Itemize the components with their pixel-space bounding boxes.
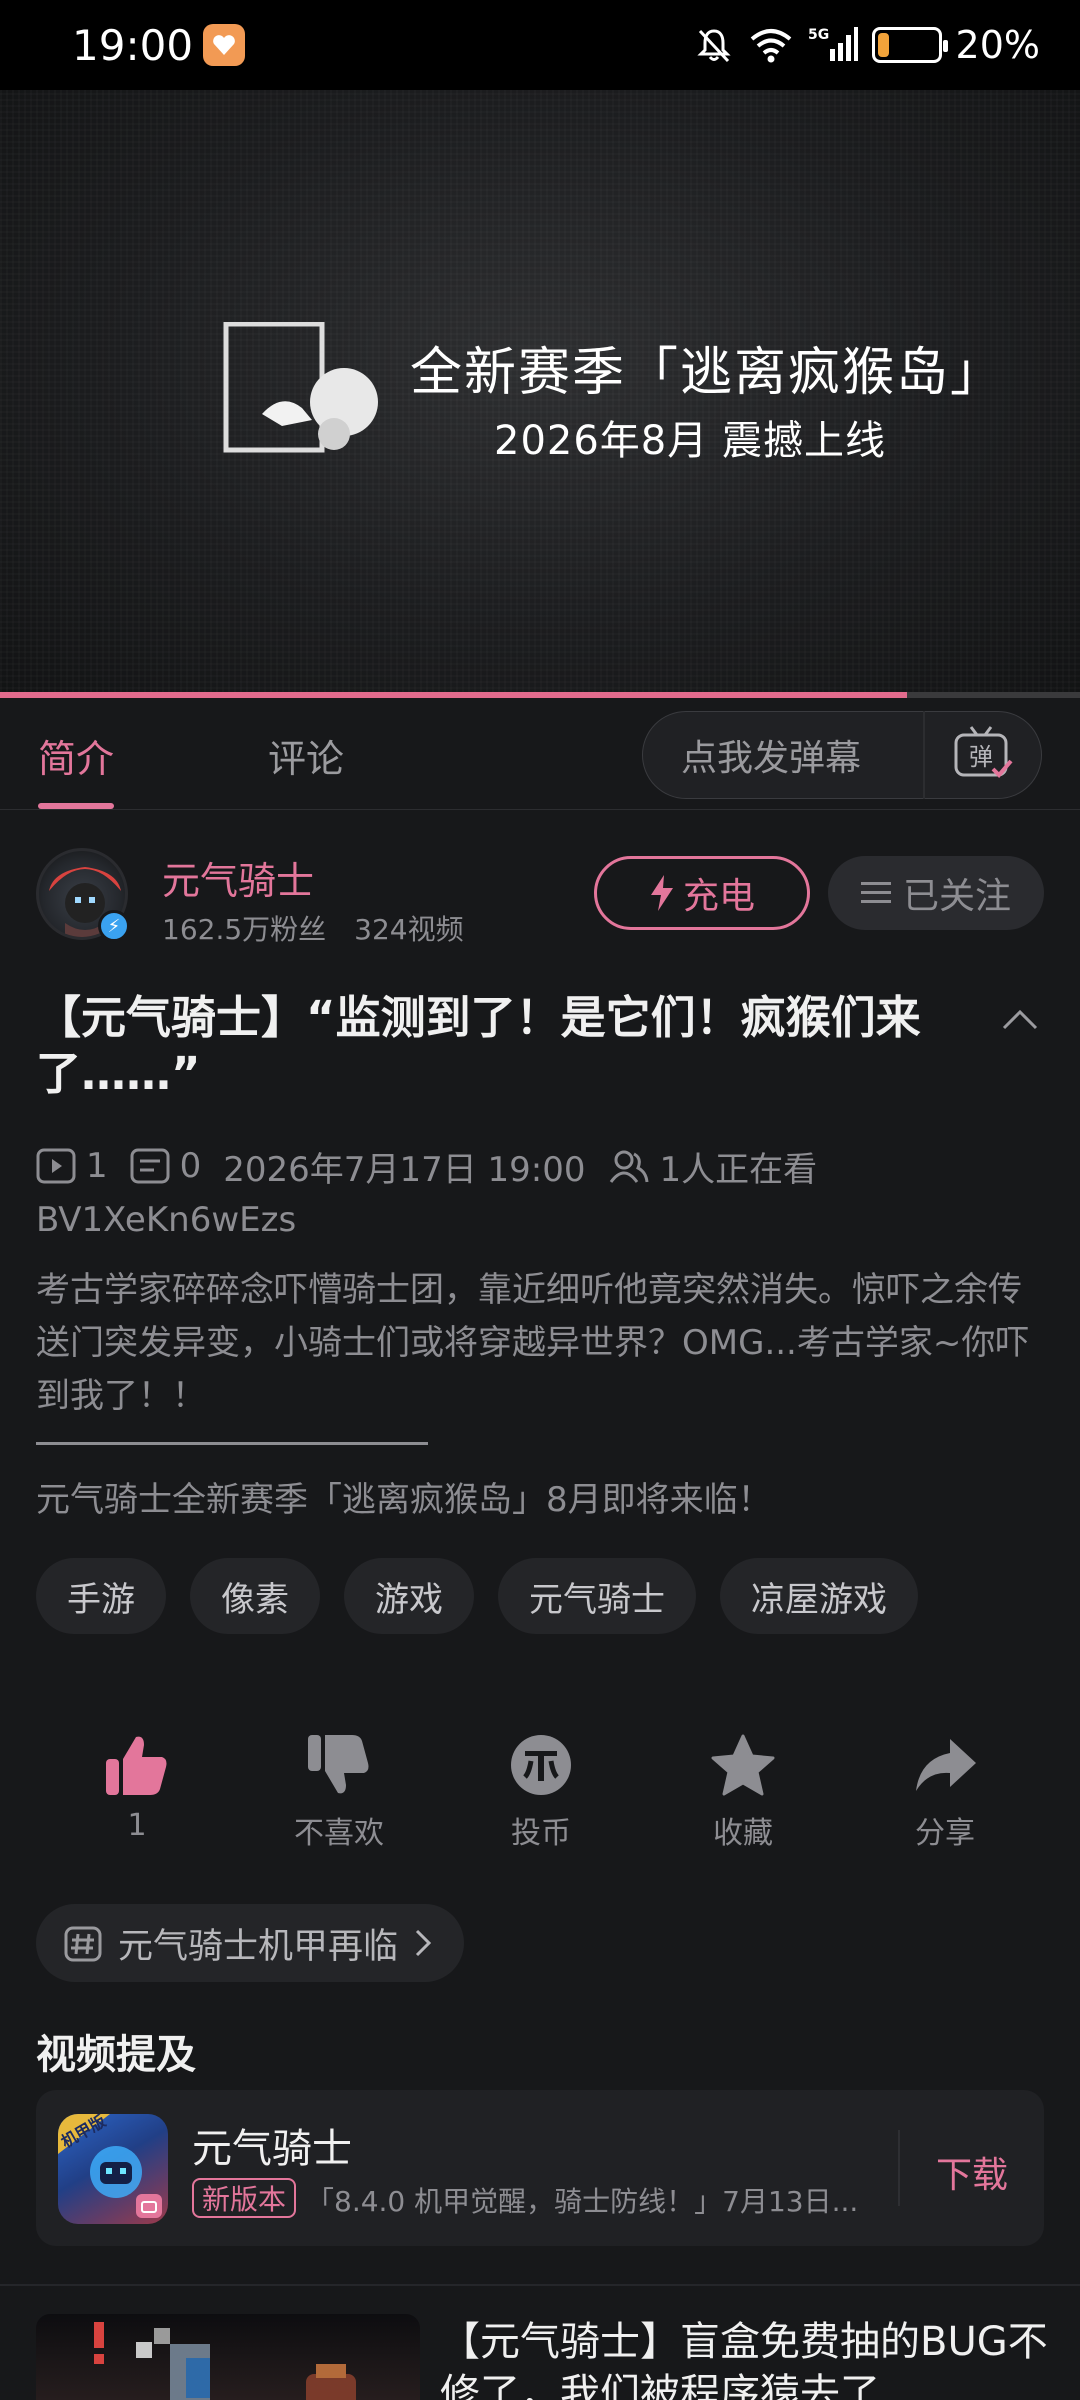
author-videos: 324视频 [354, 913, 464, 946]
like-count: 1 [127, 1808, 147, 1843]
tag-chip[interactable]: 游戏 [344, 1558, 474, 1634]
viewers-icon [609, 1150, 648, 1183]
dislike-button[interactable]: 不喜欢 [259, 1730, 419, 1852]
tab-active-indicator [38, 803, 114, 809]
video-description-extra: 元气骑士全新赛季「逃离疯猴岛」8月即将来临！ [36, 1480, 772, 1520]
battery-level [877, 33, 890, 57]
tab-comments[interactable]: 评论 [268, 728, 344, 783]
topic-icon [64, 1926, 102, 1962]
video-meta: 1 0 2026年7月17日 19:00 1人正在看 [36, 1142, 839, 1191]
coin-label: 投币 [511, 1816, 571, 1851]
danmaku-toggle-button[interactable]: 弹 [925, 712, 1041, 798]
play-count-icon [36, 1148, 76, 1184]
action-bar: 1 不喜欢 投币 收藏 分享 [36, 1730, 1046, 1852]
author-name[interactable]: 元气骑士 [162, 850, 314, 905]
signal-5g-icon: 5G [808, 25, 858, 65]
video-player[interactable]: 全新赛季「逃离疯猴岛」 2026年8月 震撼上线 [0, 90, 1080, 695]
coin-icon [506, 1730, 576, 1800]
danmaku-count-value: 0 [179, 1146, 202, 1186]
chevron-right-icon [415, 1929, 432, 1957]
topic-chip[interactable]: 元气骑士机甲再临 [36, 1904, 465, 1982]
danmaku-count-icon [130, 1148, 170, 1184]
new-version-badge: 新版本 [192, 2178, 297, 2218]
follow-label: 已关注 [902, 876, 1011, 917]
wifi-icon [748, 25, 794, 65]
game-app-artwork-icon: 机甲版 [58, 2114, 162, 2218]
game-name: 元气骑士 [192, 2126, 352, 2172]
favorite-label: 收藏 [713, 1816, 773, 1851]
publish-time: 2026年7月17日 19:00 [223, 1149, 586, 1190]
like-button[interactable]: 1 [57, 1730, 217, 1852]
tag-chip[interactable]: 手游 [36, 1558, 166, 1634]
author-stats: 162.5万粉丝 324视频 [162, 908, 464, 948]
download-button[interactable]: 下载 [936, 2146, 1008, 2198]
danmaku-toggle-icon: 弹 [954, 726, 1013, 778]
favorite-button[interactable]: 收藏 [663, 1730, 823, 1852]
lightning-icon [650, 875, 673, 911]
tag-chip[interactable]: 元气骑士 [498, 1558, 696, 1634]
danmaku-input-box[interactable]: 点我发弹幕 弹 [642, 711, 1042, 799]
description-divider [36, 1442, 428, 1445]
player-title: 全新赛季「逃离疯猴岛」 [410, 343, 1005, 403]
tag-list: 手游 像素 游戏 元气骑士 凉屋游戏 [36, 1558, 918, 1634]
watching-now-value: 1人正在看 [659, 1149, 818, 1190]
next-video-thumbnail[interactable] [36, 2314, 420, 2400]
verified-badge-icon: ⚡ [98, 910, 130, 942]
svg-text:弹: 弹 [969, 743, 993, 771]
share-icon [910, 1730, 980, 1800]
play-count: 1 [36, 1146, 108, 1186]
danmaku-input[interactable]: 点我发弹幕 [643, 729, 923, 781]
charge-label: 充电 [682, 876, 755, 917]
app-notification-icon [203, 24, 246, 66]
follow-button[interactable]: 已关注 [828, 856, 1044, 930]
svg-text:5G: 5G [808, 27, 829, 43]
dislike-label: 不喜欢 [294, 1816, 384, 1851]
chevron-up-icon[interactable] [1000, 1000, 1040, 1040]
detail-tabs: 简介 评论 点我发弹幕 弹 [0, 698, 1080, 810]
battery-icon [871, 27, 948, 63]
mentions-section-title: 视频提及 [36, 2032, 196, 2078]
play-count-value: 1 [86, 1146, 108, 1186]
thumbs-down-icon [304, 1730, 374, 1800]
watching-now: 1人正在看 [608, 1142, 818, 1191]
game-app-icon: 机甲版 [58, 2114, 168, 2224]
tag-chip[interactable]: 凉屋游戏 [720, 1558, 918, 1634]
status-icons: 5G 20% [694, 23, 1040, 67]
mute-bell-icon [694, 25, 734, 65]
video-description: 考古学家碎碎念吓懵骑士团，靠近细听他竟突然消失。惊吓之余传送门突发异变，小骑士们… [36, 1270, 1030, 1416]
share-button[interactable]: 分享 [865, 1730, 1025, 1852]
battery-percent: 20% [955, 23, 1040, 67]
game-logo-icon [223, 322, 378, 453]
thumbs-up-icon [102, 1730, 172, 1800]
charge-button[interactable]: 充电 [594, 856, 810, 930]
coin-button[interactable]: 投币 [461, 1730, 621, 1852]
status-bar: 19:00 5G 20% [0, 0, 1080, 90]
tag-chip[interactable]: 像素 [190, 1558, 320, 1634]
author-fans: 162.5万粉丝 [162, 913, 327, 946]
next-video-thumbnail-art [94, 2322, 356, 2400]
card-divider [898, 2130, 900, 2206]
section-divider [0, 2284, 1080, 2286]
video-title: 【元气骑士】“监测到了！是它们！疯猴们来了……” [36, 991, 921, 1100]
star-icon [708, 1730, 778, 1800]
next-video-title[interactable]: 【元气骑士】盲盒免费抽的BUG不修了，我们被程序猿去了 [440, 2316, 1050, 2400]
share-label: 分享 [915, 1816, 975, 1851]
danmaku-count: 0 [130, 1146, 202, 1186]
menu-icon [860, 882, 891, 903]
status-time: 19:00 [72, 20, 194, 70]
player-subtitle: 2026年8月 震撼上线 [494, 418, 886, 464]
tab-intro[interactable]: 简介 [38, 728, 114, 783]
mentioned-game-card[interactable]: 机甲版 元气骑士 新版本 「8.4.0 机甲觉醒，骑士防线！」7月13日... … [36, 2090, 1044, 2246]
version-note: 「8.4.0 机甲觉醒，骑士防线！」7月13日... [306, 2185, 859, 2218]
topic-label: 元气骑士机甲再临 [118, 1926, 399, 1967]
bvid[interactable]: BV1XeKn6wEzs [36, 1200, 296, 1240]
